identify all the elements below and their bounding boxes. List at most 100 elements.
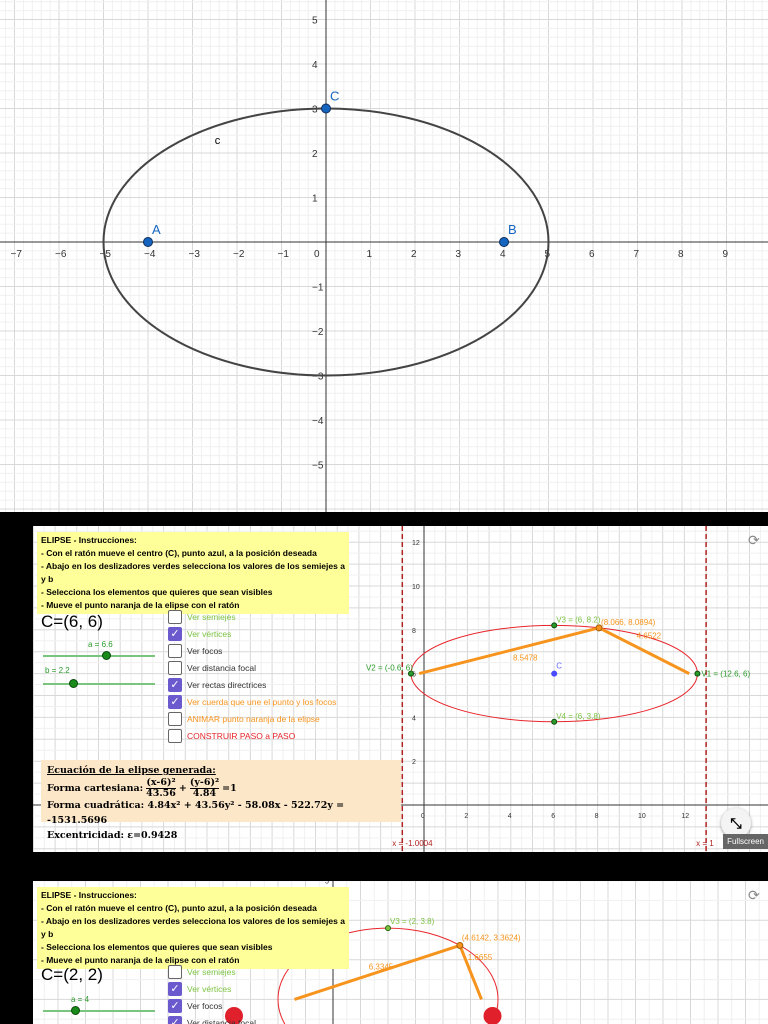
point-label: C: [330, 89, 339, 104]
slider-a[interactable]: [43, 1006, 155, 1015]
point-B: [499, 237, 509, 247]
x-tick-label: −3: [189, 249, 201, 260]
checkbox-item[interactable]: ✓ Ver cuerda que une el punto y los focos: [168, 695, 336, 709]
origin-label: 0: [314, 249, 320, 260]
checkbox-label: Ver distancia focal: [187, 663, 256, 673]
x-tick-label: 1: [367, 249, 373, 260]
instruction-line: - Abajo en los deslizadores verdes selec…: [41, 916, 345, 939]
checkbox-checked-icon[interactable]: ✓: [168, 999, 182, 1013]
checkbox-item[interactable]: ✓ Ver focos: [168, 999, 222, 1013]
checkbox-checked-icon[interactable]: ✓: [168, 1016, 182, 1024]
checkbox-checked-icon[interactable]: ✓: [168, 982, 182, 996]
instruction-line: - Selecciona los elementos que quieres q…: [41, 587, 273, 597]
checkbox-unchecked-icon[interactable]: [168, 965, 182, 979]
x-tick-label: 12: [681, 813, 689, 820]
distance-label: 6.3345: [369, 963, 394, 972]
checkbox-label: Ver semiejes: [187, 967, 236, 977]
checkbox-unchecked-icon[interactable]: [168, 729, 182, 743]
y-tick-label: −3: [312, 372, 324, 383]
checkbox-checked-icon[interactable]: ✓: [168, 678, 182, 692]
slider-a-label: a = 4: [71, 995, 90, 1004]
refresh-icon[interactable]: ⟳: [748, 887, 760, 904]
x-tick-label: −7: [11, 249, 23, 260]
main-graphics-view[interactable]: −7 −6 −5 −4 −3 −2 −1 1 2 3 4 5 6 7 8 9 −5 −4 −3 −2 −1 1 2 3 4 5 0 c…: [0, 0, 768, 512]
quadratic-form: Forma cuadrática: 4.84x² + 43.56y² - 58.…: [47, 800, 345, 826]
y-tick-label: −5: [312, 461, 324, 472]
point-label: B: [508, 222, 517, 237]
main-graph[interactable]: −7 −6 −5 −4 −3 −2 −1 1 2 3 4 5 6 7 8 9−5−4−3−2−1123450c…: [0, 0, 768, 512]
slider-a-handle[interactable]: [71, 1006, 80, 1015]
checkbox-item[interactable]: ✓ Ver vértices: [168, 982, 231, 996]
x-tick-label: 6: [589, 249, 595, 260]
x-tick-label: 10: [638, 813, 646, 820]
checkbox-label: ANIMAR punto naranja de la elipse: [187, 714, 320, 724]
vertex-point: [385, 925, 391, 932]
directrix-left-label: x = -1.0004: [392, 839, 433, 848]
applet-panel-2[interactable]: 3456.33451.6655V3 = (2, 3.8)(4.6142, 3.3…: [33, 881, 768, 1024]
directrix-right-label: x = 1: [696, 839, 714, 848]
y-tick-label: 4: [312, 60, 318, 71]
checkbox-label: CONSTRUIR PASO a PASO: [187, 731, 296, 741]
orange-point-label: (8.066, 8.0894): [601, 618, 656, 627]
checkbox-item[interactable]: CONSTRUIR PASO a PASO: [168, 729, 295, 743]
checkbox-unchecked-icon[interactable]: [168, 661, 182, 675]
y-tick-label: 2: [412, 759, 416, 766]
checkbox-label: Ver cuerda que une el punto y los focos: [187, 697, 337, 707]
checkbox-item[interactable]: Ver distancia focal: [168, 661, 256, 675]
y-tick-label: 1: [312, 194, 318, 205]
x-tick-label: 8: [595, 813, 599, 820]
checkbox-item[interactable]: Ver semiejes: [168, 610, 236, 624]
center-point: [551, 670, 558, 677]
distance-label: 8.5478: [513, 653, 538, 662]
y-tick-label: 2: [312, 149, 318, 160]
instructions-box: ELIPSE - Instrucciones: - Con el ratón m…: [37, 887, 349, 969]
vertex-label: V4 = (6, 3.8): [556, 712, 601, 721]
center-value: C=(6, 6): [41, 612, 103, 631]
checkbox-checked-icon[interactable]: ✓: [168, 627, 182, 641]
checkbox-item[interactable]: Ver semiejes: [168, 965, 236, 979]
eccentricity: Excentricidad: ε=0.9428: [47, 830, 178, 841]
checkbox-label: Ver rectas directrices: [187, 680, 267, 690]
orange-point-label: (4.6142, 3.3624): [462, 933, 521, 942]
checkbox-item[interactable]: ANIMAR punto naranja de la elipse: [168, 712, 320, 726]
applet-panel-1[interactable]: 0 2 4 6 8 10 12 2 4 6 8 10 12 x = -1.0004 x = 1 8.5478 4…: [33, 526, 768, 852]
checkbox-item[interactable]: ✓ Ver vértices: [168, 627, 231, 641]
checkbox-unchecked-icon[interactable]: [168, 610, 182, 624]
checkbox-unchecked-icon[interactable]: [168, 644, 182, 658]
y-tick-label: 3: [312, 105, 318, 116]
slider-b-label: b = 2.2: [45, 666, 70, 675]
y-tick-label: −2: [312, 327, 324, 338]
refresh-icon[interactable]: ⟳: [748, 532, 760, 549]
slider-b[interactable]: [43, 679, 155, 688]
checkbox-label: Ver focos: [187, 1001, 223, 1011]
instruction-line: - Selecciona los elementos que quieres q…: [41, 942, 273, 952]
y-tick-label: 10: [412, 584, 420, 591]
center-label: C: [556, 662, 562, 671]
orange-point: [456, 941, 464, 949]
vertex-label: V1 = (12.6, 6): [701, 670, 750, 679]
checkbox-unchecked-icon[interactable]: [168, 712, 182, 726]
checkbox-item[interactable]: ✓ Ver rectas directrices: [168, 678, 266, 692]
equation-box: Ecuación de la elipse generada: Forma ca…: [41, 760, 401, 841]
distance-label: 4.6522: [637, 632, 662, 641]
instruction-line: - Abajo en los deslizadores verdes selec…: [41, 561, 345, 584]
x-tick-label: 2: [464, 813, 468, 820]
checkbox-checked-icon[interactable]: ✓: [168, 695, 182, 709]
x-tick-label: 7: [634, 249, 640, 260]
point-A: [143, 237, 153, 247]
point-C: [321, 103, 331, 114]
vertex-label: V2 = (-0.6, 6): [366, 664, 413, 673]
y-tick-label: 5: [325, 881, 329, 886]
x-tick-label: 8: [678, 249, 684, 260]
checkbox-label: Ver focos: [187, 646, 223, 656]
cartesian-label: Forma cartesiana:: [47, 782, 144, 794]
checkbox-label: Ver vértices: [187, 629, 232, 639]
checkbox-item[interactable]: Ver focos: [168, 644, 222, 658]
center-value: C=(2, 2): [41, 965, 103, 984]
vertex-label: V3 = (6, 8.2): [556, 615, 601, 624]
x-tick-label: 3: [456, 249, 462, 260]
checkbox-label: Ver vértices: [187, 984, 232, 994]
curve-label: c: [215, 135, 221, 147]
slider-a[interactable]: [43, 651, 155, 660]
checkbox-item[interactable]: ✓ Ver distancia focal: [168, 1016, 256, 1024]
